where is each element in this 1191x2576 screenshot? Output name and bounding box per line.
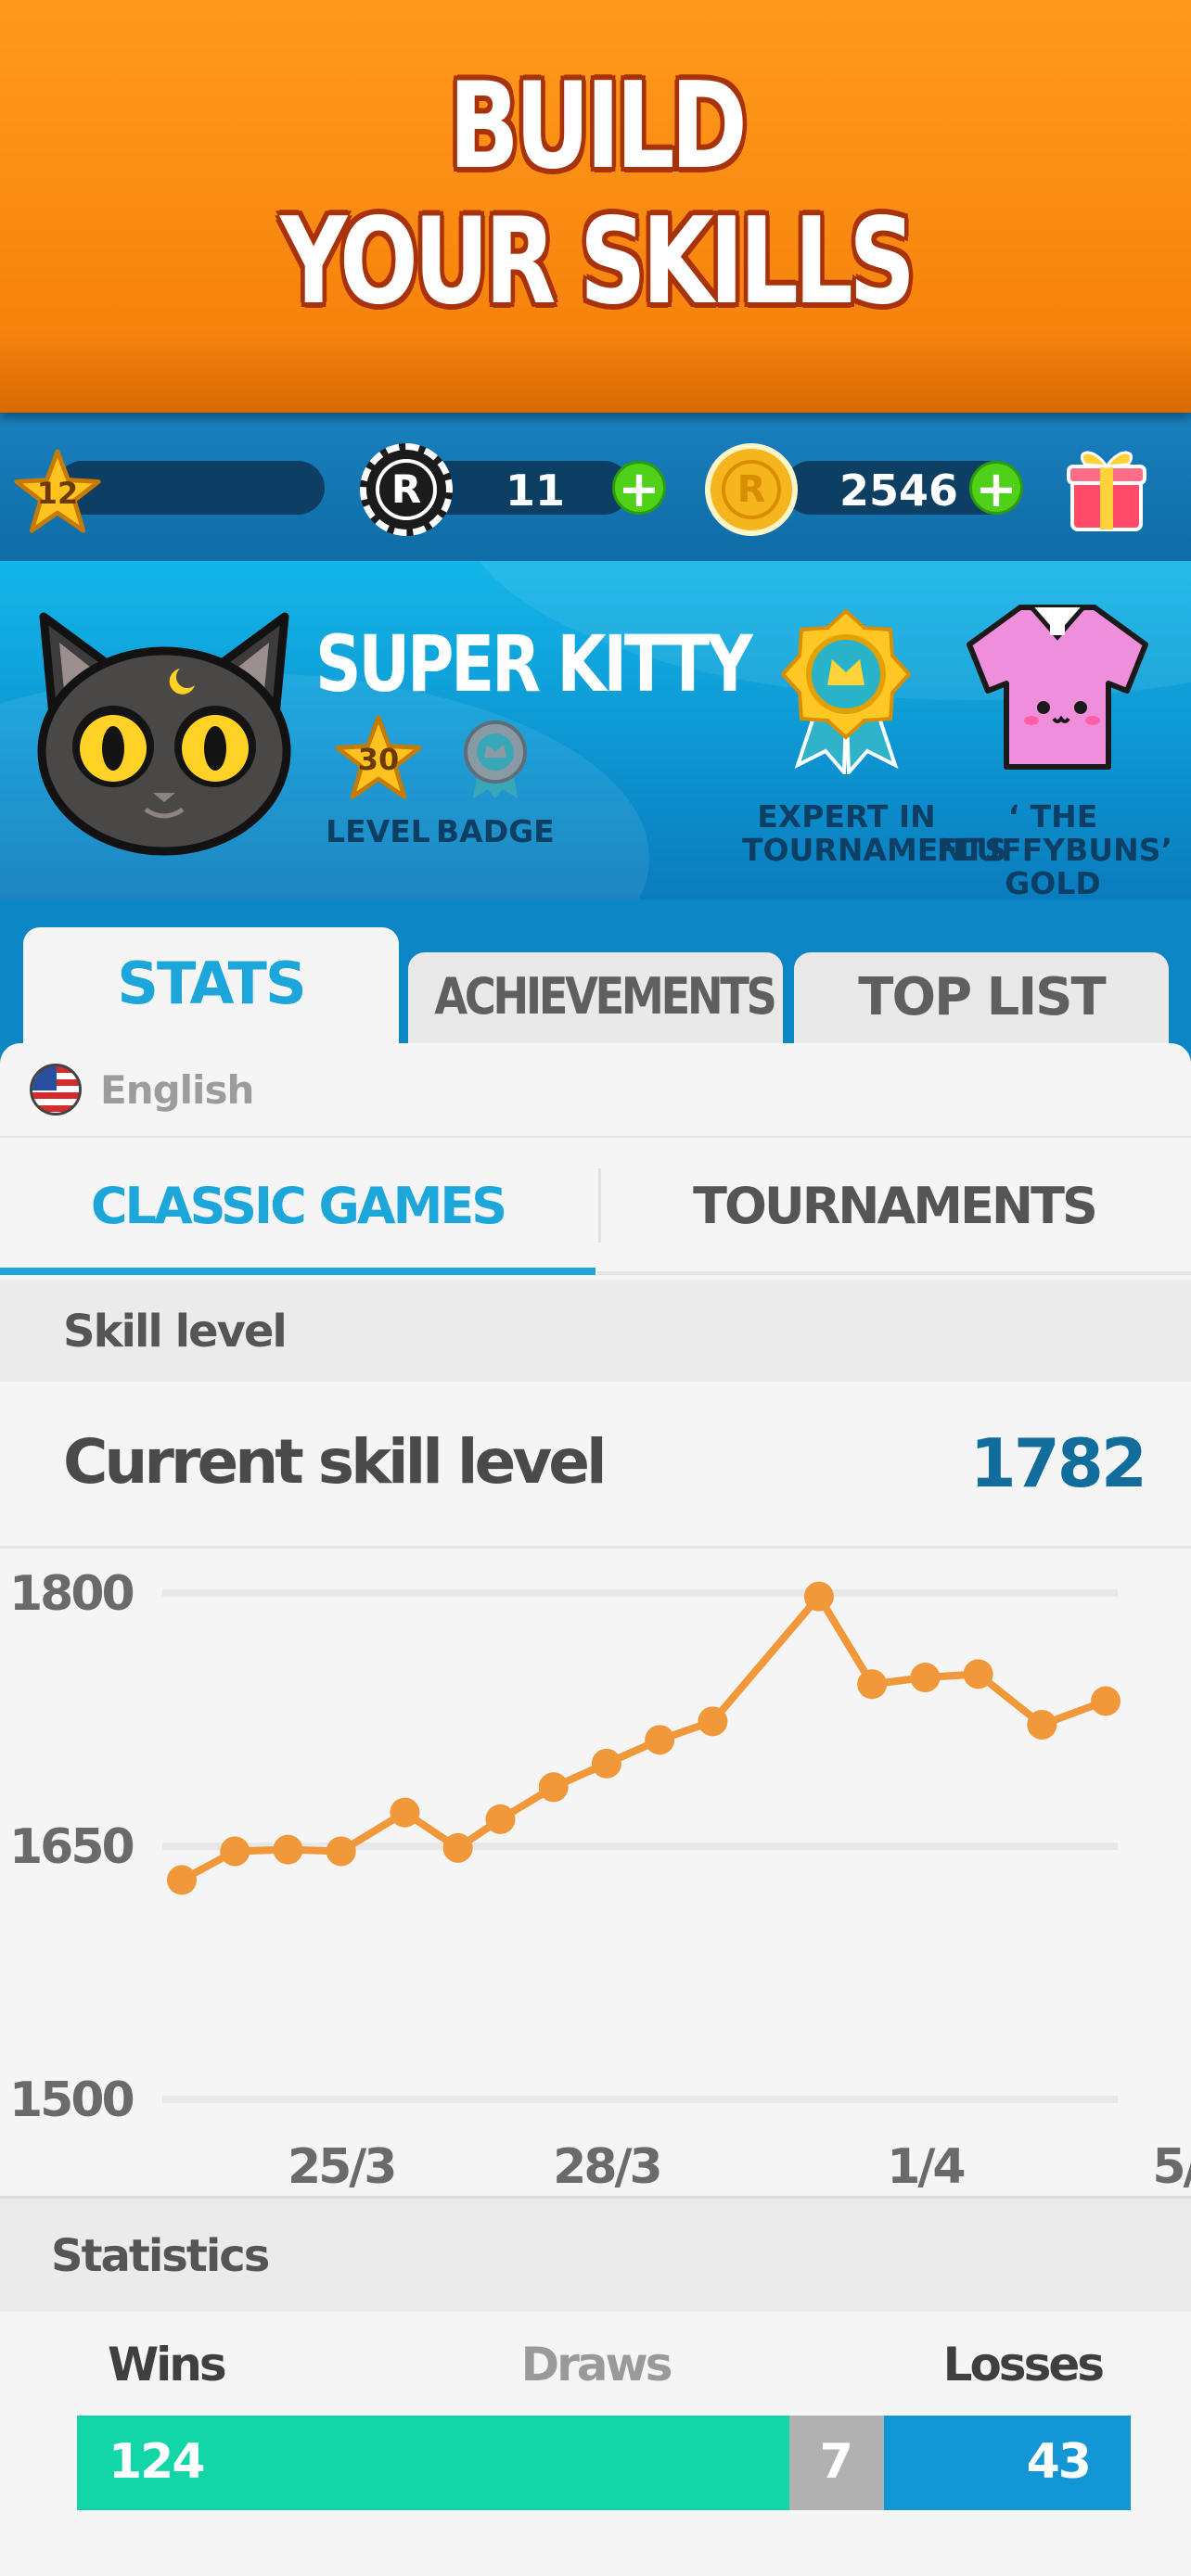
us-flag-icon	[30, 1064, 82, 1116]
award-expert-label: EXPERT IN TOURNAMENTS	[742, 798, 1007, 868]
statistics-section-header: Statistics	[0, 2196, 1191, 2312]
currency-bar: 12 R 11 + R 2546 +	[0, 413, 1191, 561]
chip-letter: R	[376, 459, 437, 520]
skill-section-header: Skill level	[0, 1280, 1191, 1382]
coins-count: 2546	[839, 465, 959, 516]
skill-data-point	[803, 1581, 834, 1612]
current-skill-value: 1782	[969, 1424, 1147, 1502]
skill-data-point	[390, 1797, 420, 1828]
current-skill-label: Current skill level	[63, 1426, 608, 1498]
add-coins-button[interactable]: +	[969, 461, 1023, 516]
skill-series-line	[180, 1592, 1108, 1883]
profile-panel: SUPER KITTY 30 LEVEL BADGE EXPERT IN TOU…	[0, 561, 1191, 899]
skill-data-point	[538, 1772, 569, 1803]
avatar[interactable]	[20, 607, 308, 858]
x-tick-label: 25/3	[288, 2139, 395, 2195]
y-tick-label: 1500	[9, 2072, 134, 2128]
skill-data-point	[1091, 1686, 1121, 1716]
coin-icon[interactable]: R	[705, 443, 798, 536]
skill-data-point	[910, 1663, 941, 1692]
skill-data-point	[220, 1836, 250, 1867]
level-label: LEVEL	[326, 813, 430, 849]
tab-top-list-label: TOP LIST	[858, 967, 1106, 1027]
award-league-line2: GOLD LEAGUE	[1005, 865, 1101, 900]
results-bar: 124 7 43	[77, 2416, 1131, 2510]
tab-stats-label: STATS	[117, 950, 306, 1017]
tab-top-list[interactable]: TOP LIST	[794, 952, 1169, 1045]
subtab-classic-label: CLASSIC GAMES	[90, 1177, 507, 1235]
award-league-line1: ‘ THE FLUFFYBUNS’	[937, 798, 1173, 868]
skill-data-point	[591, 1748, 621, 1779]
current-skill-row: Current skill level 1782	[0, 1382, 1191, 1549]
promo-banner: BUILD YOUR SKILLS	[0, 0, 1191, 413]
player-name: SUPER KITTY	[315, 618, 753, 709]
language-selector[interactable]: English	[0, 1043, 1191, 1138]
losses-label: Losses	[942, 2338, 1105, 2391]
tab-achievements[interactable]: ACHIEVEMENTS	[408, 952, 783, 1045]
skill-data-point	[1027, 1709, 1057, 1740]
subtab-classic-games[interactable]: CLASSIC GAMES	[0, 1138, 596, 1275]
chip-icon[interactable]: R	[360, 443, 453, 536]
language-label: English	[100, 1067, 254, 1113]
skill-data-point	[645, 1725, 675, 1755]
skill-data-point	[485, 1804, 516, 1834]
statistics-section-title: Statistics	[51, 2230, 270, 2282]
gift-icon[interactable]	[1065, 440, 1148, 533]
level-value: 30	[357, 742, 400, 777]
banner-title-line2: YOUR SKILLS	[279, 193, 916, 331]
stats-content: English CLASSIC GAMES TOURNAMENTS Skill …	[0, 1043, 1191, 2576]
badge-icon[interactable]	[462, 721, 529, 800]
draws-value: 7	[819, 2434, 853, 2490]
tab-stats[interactable]: STATS	[23, 927, 399, 1057]
add-chips-button[interactable]: +	[612, 461, 666, 516]
badge-label: BADGE	[436, 813, 555, 849]
player-level-number: 12	[36, 476, 79, 511]
subtab-tournaments-label: TOURNAMENTS	[693, 1177, 1098, 1235]
skill-data-point	[857, 1669, 888, 1700]
skill-section-title: Skill level	[63, 1306, 288, 1358]
skill-data-point	[442, 1832, 473, 1863]
y-tick-label: 1650	[9, 1819, 134, 1875]
award-league-label: ‘ THE FLUFFYBUNS’ GOLD LEAGUE	[937, 798, 1173, 900]
skill-data-point	[273, 1834, 303, 1865]
x-tick-label: 28/3	[553, 2139, 660, 2195]
award-expert-line1: EXPERT IN	[757, 798, 936, 835]
skill-data-point	[326, 1836, 356, 1867]
star-icon[interactable]: 12	[13, 448, 102, 537]
chips-count: 11	[506, 465, 566, 516]
skill-data-point	[167, 1865, 197, 1895]
skill-level-chart: 1800 1650 1500 25/3 28/3 1/4 5/4	[9, 1566, 1191, 2195]
level-star-icon: 30	[334, 714, 423, 803]
wins-segment: 124	[77, 2416, 789, 2510]
shirt-icon[interactable]	[965, 598, 1150, 774]
skill-data-point	[698, 1706, 728, 1737]
award-expert-line2: TOURNAMENTS	[742, 832, 1007, 868]
wins-value: 124	[109, 2434, 206, 2490]
coin-letter: R	[722, 460, 781, 519]
subtab-tournaments[interactable]: TOURNAMENTS	[597, 1138, 1191, 1275]
draws-segment: 7	[788, 2416, 884, 2510]
losses-value: 43	[1026, 2434, 1092, 2490]
x-tick-label: 5/4	[1152, 2139, 1191, 2195]
tournament-medal-icon[interactable]	[779, 607, 914, 778]
skill-data-point	[963, 1659, 993, 1690]
y-tick-label: 1800	[9, 1566, 134, 1622]
banner-title-line1: BUILD	[448, 57, 747, 196]
losses-segment: 43	[883, 2416, 1131, 2510]
x-tick-label: 1/4	[887, 2139, 964, 2195]
tab-achievements-label: ACHIEVEMENTS	[434, 967, 777, 1026]
